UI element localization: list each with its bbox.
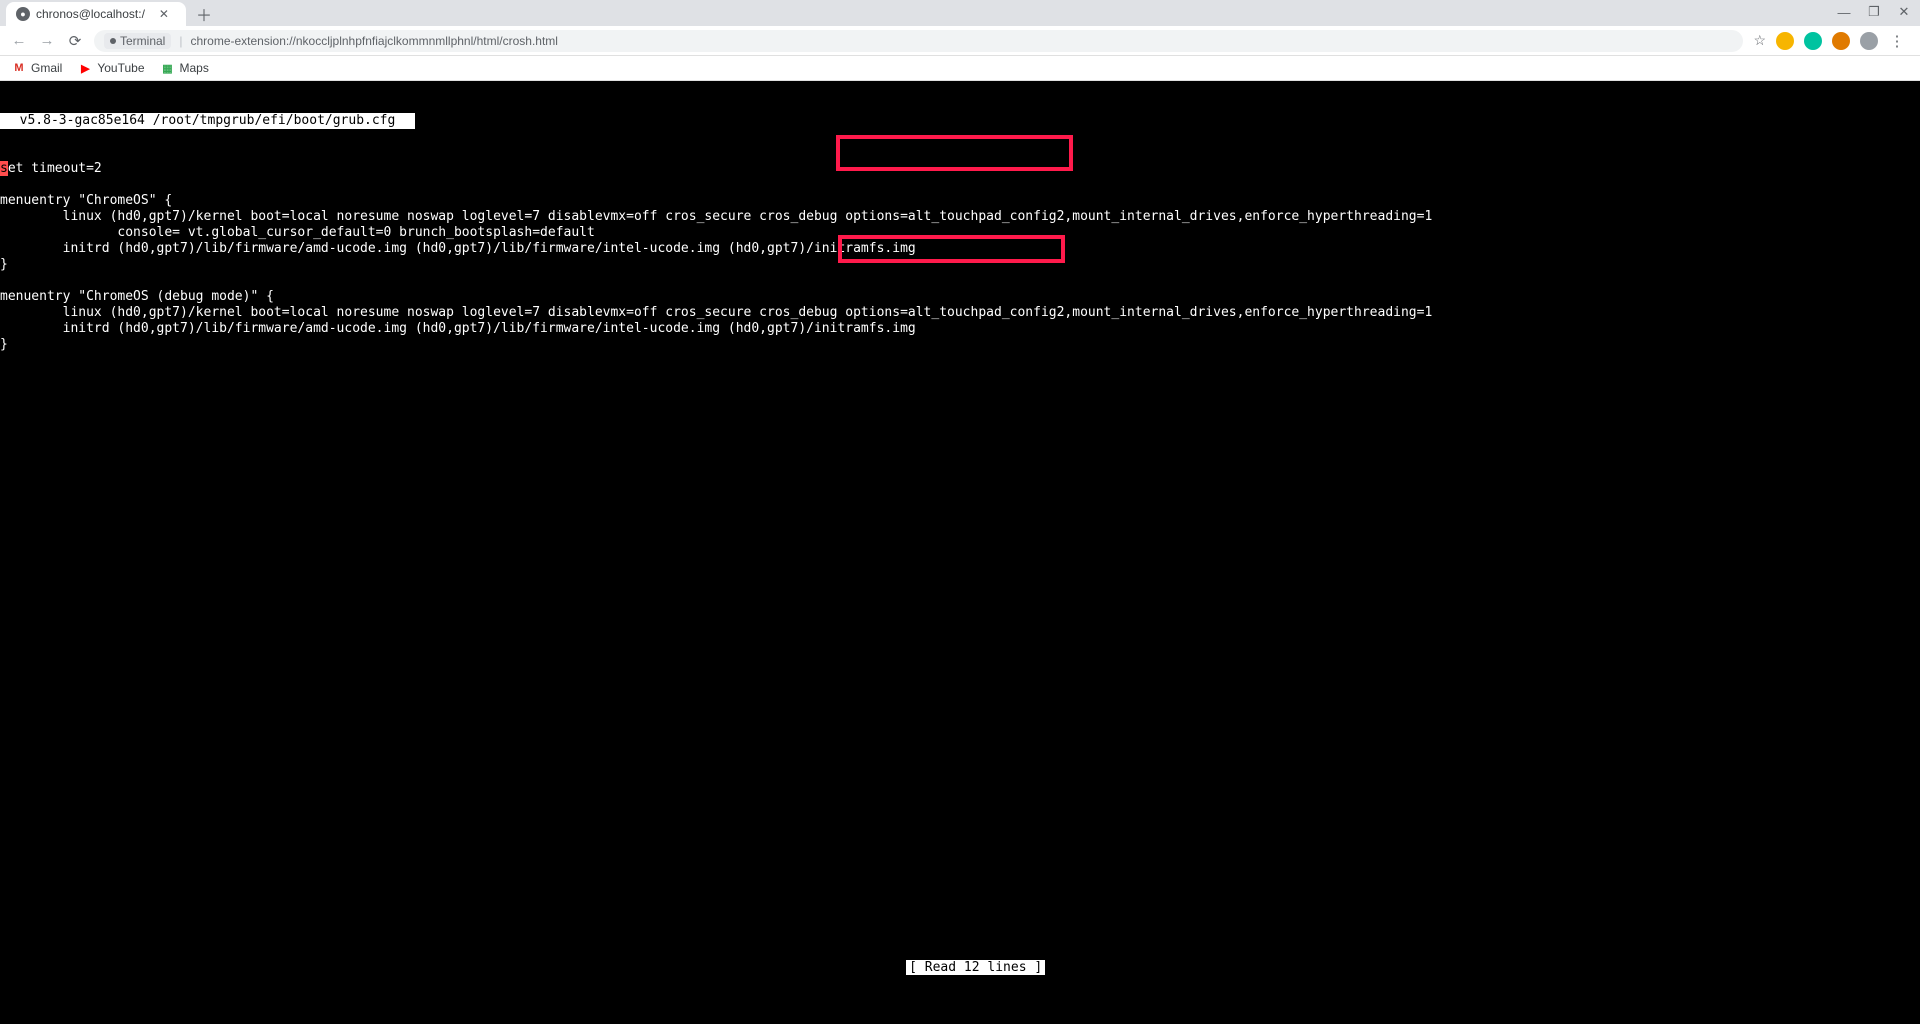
nano-title-bar: v5.8-3-gac85e164 /root/tmpgrub/efi/boot/…	[0, 113, 415, 129]
bookmark-star-icon[interactable]: ☆	[1753, 32, 1766, 49]
nano-buffer[interactable]: set timeout=2 menuentry "ChromeOS" { linu…	[0, 161, 1920, 353]
omnibox-origin-chip[interactable]: Terminal	[104, 33, 171, 49]
tab-favicon-icon: ●	[16, 7, 30, 21]
extension-icon-4[interactable]	[1860, 32, 1878, 50]
omnibox-separator: |	[179, 34, 182, 48]
nano-line: set timeout=2	[0, 161, 1920, 177]
nano-line: console= vt.global_cursor_default=0 brun…	[0, 225, 1920, 241]
browser-toolbar: ← → ⟳ Terminal | chrome-extension://nkoc…	[0, 26, 1920, 56]
gmail-icon: M	[12, 61, 26, 75]
nano-line	[0, 273, 1920, 289]
terminal-area[interactable]: v5.8-3-gac85e164 /root/tmpgrub/efi/boot/…	[0, 81, 1920, 1024]
bookmarks-bar: M Gmail ▶ YouTube ▦ Maps	[0, 56, 1920, 81]
toolbar-right: ☆ ⋮	[1753, 32, 1910, 50]
nano-line: }	[0, 257, 1920, 273]
window-maximize-button[interactable]: ❐	[1866, 4, 1882, 20]
extension-icon-2[interactable]	[1804, 32, 1822, 50]
nano-status-bar: [ Read 12 lines ]	[0, 944, 1920, 992]
omnibox-chip-label: Terminal	[120, 34, 165, 48]
nano-status-text: [ Read 12 lines ]	[906, 960, 1045, 975]
window-close-button[interactable]: ✕	[1896, 4, 1912, 20]
tab-close-icon[interactable]: ✕	[159, 7, 169, 21]
nano-shortcut-bar: ^G Help^O Write Out^W Where Is^K Cut^T E…	[0, 992, 1920, 1024]
nano-line: menuentry "ChromeOS" {	[0, 193, 1920, 209]
nano-line: menuentry "ChromeOS (debug mode)" {	[0, 289, 1920, 305]
nano-cursor: s	[0, 161, 8, 176]
nav-back-button[interactable]: ←	[10, 32, 28, 49]
nav-forward-button[interactable]: →	[38, 32, 56, 49]
tab-title: chronos@localhost:/	[36, 7, 145, 21]
youtube-icon: ▶	[78, 61, 92, 75]
nano-line	[0, 177, 1920, 193]
extension-icon-1[interactable]	[1776, 32, 1794, 50]
extension-icon	[110, 38, 116, 44]
extension-icon-3[interactable]	[1832, 32, 1850, 50]
nano-line: }	[0, 337, 1920, 353]
bookmark-label: Maps	[180, 61, 209, 75]
omnibox[interactable]: Terminal | chrome-extension://nkoccljpln…	[94, 30, 1743, 52]
maps-icon: ▦	[161, 61, 175, 75]
browser-tabstrip: ● chronos@localhost:/ ✕ ＋ — ❐ ✕	[0, 0, 1920, 26]
nano-line: initrd (hd0,gpt7)/lib/firmware/amd-ucode…	[0, 241, 1920, 257]
browser-tab-active[interactable]: ● chronos@localhost:/ ✕	[6, 2, 186, 26]
bookmark-youtube[interactable]: ▶ YouTube	[78, 61, 144, 75]
nav-reload-button[interactable]: ⟳	[66, 32, 84, 50]
omnibox-url: chrome-extension://nkoccljplnhpfnfiajclk…	[190, 34, 557, 48]
bookmark-label: Gmail	[31, 61, 62, 75]
nano-line: linux (hd0,gpt7)/kernel boot=local nores…	[0, 305, 1920, 321]
browser-menu-button[interactable]: ⋮	[1888, 32, 1906, 50]
window-minimize-button[interactable]: —	[1836, 4, 1852, 20]
bookmark-gmail[interactable]: M Gmail	[12, 61, 62, 75]
nano-line: linux (hd0,gpt7)/kernel boot=local nores…	[0, 209, 1920, 225]
nano-line: initrd (hd0,gpt7)/lib/firmware/amd-ucode…	[0, 321, 1920, 337]
bookmark-label: YouTube	[97, 61, 144, 75]
window-controls: — ❐ ✕	[1836, 4, 1912, 20]
bookmark-maps[interactable]: ▦ Maps	[161, 61, 209, 75]
new-tab-button[interactable]: ＋	[192, 2, 216, 26]
